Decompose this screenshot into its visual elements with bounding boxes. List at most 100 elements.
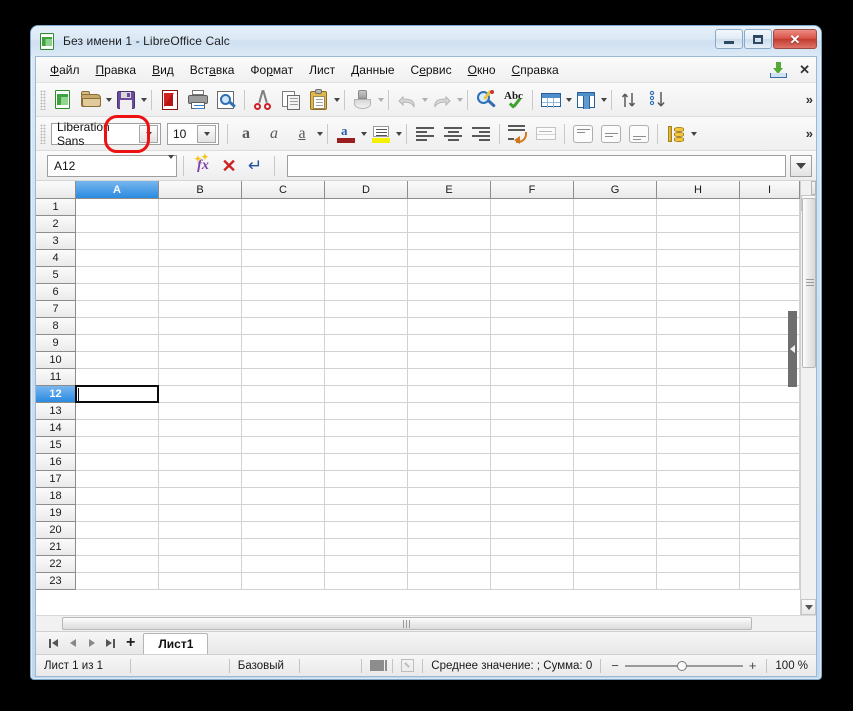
cell-A20[interactable] — [76, 522, 159, 539]
cell-F18[interactable] — [491, 488, 574, 505]
cell-I2[interactable] — [740, 216, 800, 233]
cell-I12[interactable] — [740, 386, 800, 403]
cell-H21[interactable] — [657, 539, 740, 556]
row-header-10[interactable]: 10 — [36, 352, 76, 369]
cell-E22[interactable] — [408, 556, 491, 573]
cell-D4[interactable] — [325, 250, 408, 267]
row-header-8[interactable]: 8 — [36, 318, 76, 335]
cell-A8[interactable] — [76, 318, 159, 335]
previous-sheet-button[interactable] — [63, 634, 82, 653]
cell-G14[interactable] — [574, 420, 657, 437]
horizontal-scrollbar[interactable] — [36, 615, 816, 631]
zoom-knob[interactable] — [676, 660, 687, 671]
save-button[interactable] — [112, 87, 140, 113]
paste-dropdown-caret[interactable] — [334, 97, 340, 102]
cell-A19[interactable] — [76, 505, 159, 522]
cell-D6[interactable] — [325, 284, 408, 301]
row-header-17[interactable]: 17 — [36, 471, 76, 488]
menu-item-file[interactable]: Файл — [42, 59, 88, 81]
cell-H7[interactable] — [657, 301, 740, 318]
cell-F13[interactable] — [491, 403, 574, 420]
cell-C12[interactable] — [242, 386, 325, 403]
row-header-11[interactable]: 11 — [36, 369, 76, 386]
cell-G19[interactable] — [574, 505, 657, 522]
align-bottom-button[interactable] — [625, 121, 653, 147]
cell-H14[interactable] — [657, 420, 740, 437]
cell-D5[interactable] — [325, 267, 408, 284]
cell-F4[interactable] — [491, 250, 574, 267]
cell-E9[interactable] — [408, 335, 491, 352]
last-sheet-button[interactable] — [101, 634, 120, 653]
cell-I1[interactable] — [740, 199, 800, 216]
column-header-F[interactable]: F — [491, 181, 574, 199]
menu-item-tools[interactable]: Сервис — [403, 59, 460, 81]
column-header-B[interactable]: B — [159, 181, 242, 199]
cell-B20[interactable] — [159, 522, 242, 539]
cell-F8[interactable] — [491, 318, 574, 335]
open-button[interactable] — [77, 87, 105, 113]
cell-G18[interactable] — [574, 488, 657, 505]
cell-B17[interactable] — [159, 471, 242, 488]
maximize-button[interactable] — [744, 29, 772, 49]
cell-C15[interactable] — [242, 437, 325, 454]
menu-item-view[interactable]: Вид — [144, 59, 182, 81]
formula-input[interactable] — [287, 154, 786, 177]
vertical-scrollbar-thumb[interactable] — [802, 198, 816, 368]
cell-B11[interactable] — [159, 369, 242, 386]
cell-G1[interactable] — [574, 199, 657, 216]
cell-H4[interactable] — [657, 250, 740, 267]
cell-E3[interactable] — [408, 233, 491, 250]
cell-A13[interactable] — [76, 403, 159, 420]
currency-format-button[interactable] — [662, 121, 690, 147]
cell-G23[interactable] — [574, 573, 657, 590]
cell-G4[interactable] — [574, 250, 657, 267]
menu-item-help[interactable]: Справка — [504, 59, 567, 81]
cell-G12[interactable] — [574, 386, 657, 403]
column-header-H[interactable]: H — [657, 181, 740, 199]
cell-B15[interactable] — [159, 437, 242, 454]
cell-B19[interactable] — [159, 505, 242, 522]
cell-H1[interactable] — [657, 199, 740, 216]
cell-B4[interactable] — [159, 250, 242, 267]
row-header-7[interactable]: 7 — [36, 301, 76, 318]
zoom-slider[interactable]: − + — [601, 659, 766, 672]
cell-F9[interactable] — [491, 335, 574, 352]
selection-summary[interactable]: Среднее значение: ; Сумма: 0 — [423, 655, 600, 676]
cell-D19[interactable] — [325, 505, 408, 522]
redo-button[interactable] — [428, 87, 456, 113]
column-button[interactable] — [572, 87, 600, 113]
cell-E10[interactable] — [408, 352, 491, 369]
row-header-23[interactable]: 23 — [36, 573, 76, 590]
cell-D10[interactable] — [325, 352, 408, 369]
cell-D8[interactable] — [325, 318, 408, 335]
clone-formatting-caret[interactable] — [378, 97, 384, 102]
cell-C19[interactable] — [242, 505, 325, 522]
cell-F21[interactable] — [491, 539, 574, 556]
row-button[interactable] — [537, 87, 565, 113]
cell-I4[interactable] — [740, 250, 800, 267]
align-center-button[interactable] — [439, 121, 467, 147]
column-header-I[interactable]: I — [740, 181, 800, 199]
cell-A10[interactable] — [76, 352, 159, 369]
cell-B8[interactable] — [159, 318, 242, 335]
spelling-button[interactable]: Abc — [500, 87, 528, 113]
cell-F1[interactable] — [491, 199, 574, 216]
cell-F5[interactable] — [491, 267, 574, 284]
cell-E17[interactable] — [408, 471, 491, 488]
row-header-1[interactable]: 1 — [36, 199, 76, 216]
cell-F15[interactable] — [491, 437, 574, 454]
select-all-corner[interactable] — [36, 181, 76, 199]
cell-A4[interactable] — [76, 250, 159, 267]
cell-D23[interactable] — [325, 573, 408, 590]
cell-F19[interactable] — [491, 505, 574, 522]
cell-B22[interactable] — [159, 556, 242, 573]
cell-H13[interactable] — [657, 403, 740, 420]
cell-I18[interactable] — [740, 488, 800, 505]
cell-H16[interactable] — [657, 454, 740, 471]
cell-C4[interactable] — [242, 250, 325, 267]
cell-C5[interactable] — [242, 267, 325, 284]
column-header-D[interactable]: D — [325, 181, 408, 199]
cell-F2[interactable] — [491, 216, 574, 233]
cell-H15[interactable] — [657, 437, 740, 454]
formatting-toolbar-overflow[interactable]: » — [806, 126, 813, 141]
